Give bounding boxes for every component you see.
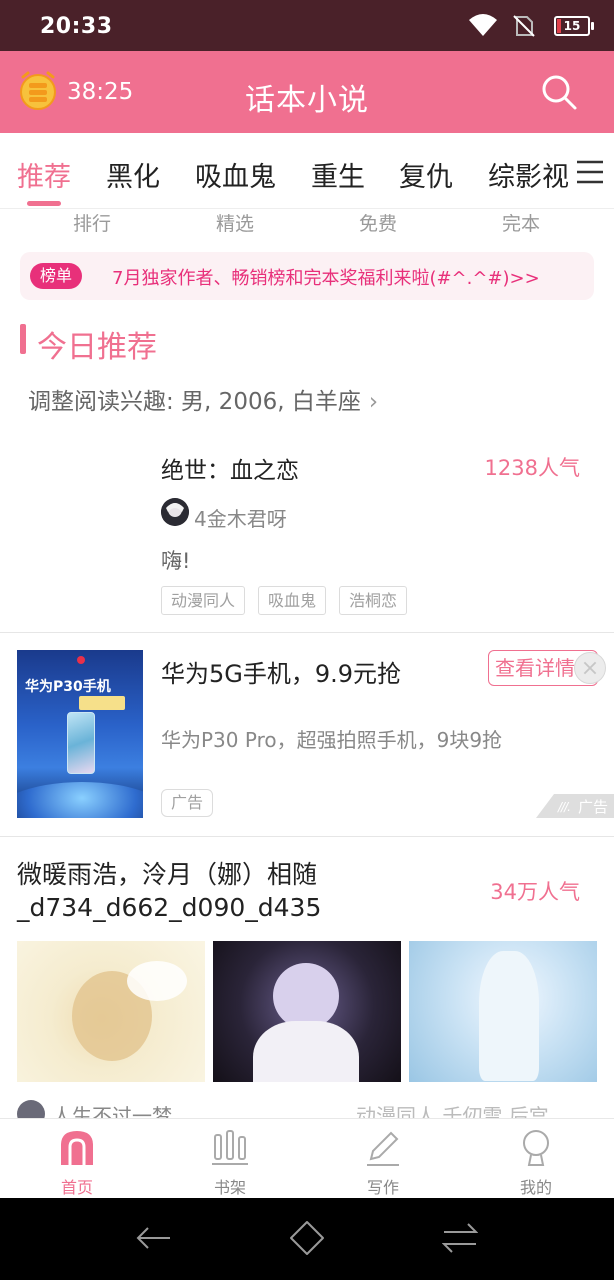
nav-write[interactable]: 写作: [323, 1119, 443, 1199]
ad-corner-label: 广告: [577, 798, 608, 816]
book-tag[interactable]: 吸血鬼: [258, 586, 327, 615]
nav-write-label: 写作: [366, 1178, 399, 1197]
category-tabs: 推荐 黑化 吸血鬼 重生 复仇 综影视: [0, 133, 614, 209]
book-author: 4金木君呀: [194, 507, 287, 531]
ad-label: 广告: [161, 789, 214, 817]
tab-blackening[interactable]: 黑化: [106, 155, 160, 194]
profile-icon: [523, 1130, 549, 1166]
home-icon: [61, 1131, 93, 1165]
nav-bookshelf-label: 书架: [213, 1178, 246, 1197]
book-cover-image[interactable]: [17, 941, 205, 1082]
nav-profile-label: 我的: [519, 1178, 552, 1197]
book-tag[interactable]: 浩桐恋: [339, 586, 408, 615]
bottom-nav: 首页 书架 写作 我的: [0, 1118, 614, 1198]
adjust-interest-link[interactable]: 调整阅读兴趣: 男, 2006, 白羊座 ›: [28, 382, 378, 416]
nav-bookshelf[interactable]: 书架: [170, 1119, 290, 1199]
tab-rebirth[interactable]: 重生: [311, 155, 365, 194]
ad-brand-logo-icon: [77, 656, 85, 664]
system-nav-bar: [0, 1198, 614, 1280]
ad-title[interactable]: 华为5G手机，9.9元抢: [161, 654, 401, 689]
battery-indicator: 15: [554, 16, 594, 36]
menu-icon[interactable]: [576, 159, 604, 185]
status-bar: 20:33 15: [0, 0, 614, 51]
pencil-icon: [367, 1131, 399, 1166]
back-icon[interactable]: [136, 1220, 172, 1256]
tab-film-tv[interactable]: 综影视: [488, 155, 569, 194]
active-tab-indicator: [27, 201, 61, 206]
section-accent-bar: [20, 324, 26, 354]
chevron-right-icon: ›: [368, 389, 379, 415]
figure-illustration-icon: [273, 963, 339, 1029]
price-tag-icon: [79, 696, 125, 710]
nav-home-label: 首页: [60, 1178, 93, 1197]
sub-nav-featured[interactable]: 精选: [175, 209, 295, 236]
app-title: 话本小说: [245, 83, 369, 118]
nav-profile[interactable]: 我的: [476, 1119, 596, 1199]
ad-description: 华为P30 Pro，超强拍照手机，9块9抢: [161, 728, 503, 752]
close-icon[interactable]: [574, 652, 606, 684]
ad-image[interactable]: 华为P30手机: [17, 650, 143, 818]
ad-network-icon: ///.: [558, 800, 571, 814]
ad-corner-badge: ///. 广告: [536, 794, 614, 818]
bookshelf-icon: [212, 1130, 248, 1165]
home-button-icon[interactable]: [289, 1220, 325, 1256]
bird-illustration-icon: [127, 961, 187, 1001]
no-sim-icon: [513, 15, 535, 37]
book-description: 嗨!: [161, 549, 191, 573]
book-tag[interactable]: 动漫同人: [161, 586, 246, 615]
book-popularity: 34万人气: [490, 880, 580, 904]
sub-nav-ranking[interactable]: 排行: [32, 209, 152, 236]
avatar-image-icon: [161, 498, 189, 526]
ad-image-title: 华为P30手机: [25, 679, 111, 695]
figure-illustration-icon: [479, 951, 539, 1081]
coat-illustration-icon: [253, 1021, 359, 1082]
book-popularity: 1238人气: [484, 456, 580, 480]
tab-revenge[interactable]: 复仇: [399, 155, 453, 194]
tab-vampire[interactable]: 吸血鬼: [195, 155, 276, 194]
app-screen: 20:33 15 38:25 话本小说 推荐 黑化 吸血鬼 重生 复仇 综影视 …: [0, 0, 614, 1280]
book-title[interactable]: 绝世：血之恋: [161, 451, 299, 485]
interest-text: 调整阅读兴趣: 男, 2006, 白羊座: [28, 389, 361, 415]
section-title: 今日推荐: [37, 330, 157, 365]
book-title[interactable]: 微暖雨浩，泠月（娜）相随_d734_d662_d090_d435: [17, 858, 457, 924]
divider: [0, 836, 614, 837]
recent-apps-icon[interactable]: [442, 1220, 478, 1256]
announcement-banner[interactable]: 榜单 7月独家作者、畅销榜和完本奖福利来啦(#^.^#)>>: [20, 252, 594, 300]
wifi-icon: [469, 14, 497, 36]
planet-graphic-icon: [17, 782, 143, 818]
tab-recommend[interactable]: 推荐: [17, 155, 71, 194]
book-cover-image[interactable]: [409, 941, 597, 1082]
divider: [0, 632, 614, 633]
status-time: 20:33: [40, 14, 113, 39]
sub-nav-completed[interactable]: 完本: [461, 209, 581, 236]
banner-text: 7月独家作者、畅销榜和完本奖福利来啦(#^.^#)>>: [112, 268, 540, 289]
sub-nav-free[interactable]: 免费: [318, 209, 438, 236]
nav-home[interactable]: 首页: [17, 1119, 137, 1199]
book-cover-image[interactable]: [213, 941, 401, 1082]
search-icon[interactable]: [540, 73, 578, 111]
ranking-badge: 榜单: [30, 263, 83, 289]
sub-nav: 排行 精选 免费 完本: [0, 209, 614, 239]
phone-icon: [67, 712, 95, 774]
avatar: [161, 498, 189, 526]
app-bar: 38:25 话本小说: [0, 51, 614, 133]
